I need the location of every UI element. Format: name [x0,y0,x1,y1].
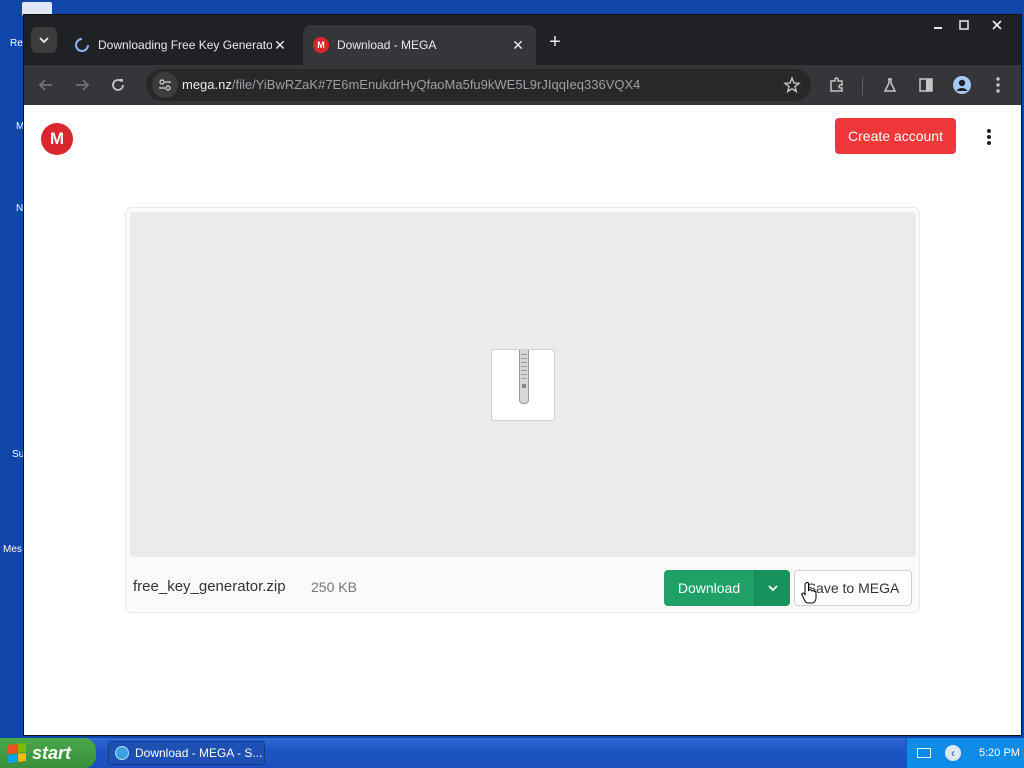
arrow-right-icon [76,79,90,91]
back-button[interactable] [32,71,60,99]
profile-button[interactable] [948,71,976,99]
close-icon [992,20,1002,30]
browser-icon [115,746,129,760]
new-tab-button[interactable]: + [544,31,566,53]
file-card: free_key_generator.zip 250 KB Download S… [125,207,920,613]
close-icon[interactable]: ✕ [272,37,288,53]
clock[interactable]: 5:20 PM [979,747,1020,759]
file-preview [130,212,916,557]
chevron-down-icon [767,585,778,592]
profile-avatar-icon [953,76,971,94]
windows-flag-icon [8,743,26,763]
bookmark-star-icon[interactable] [781,74,803,96]
url-text: mega.nz/file/YiBwRZaK#7E6mEnukdrHyQfaoMa… [182,77,640,92]
file-size: 250 KB [311,579,357,595]
tab-search-button[interactable] [31,27,57,53]
mega-logo[interactable]: M [41,123,73,155]
toolbar-divider [862,77,863,95]
tab-strip: Downloading Free Key Generator ( ✕ M Dow… [24,15,1021,65]
hand-cursor-icon [801,582,817,604]
extensions-button[interactable] [823,71,851,99]
tab-mega-download[interactable]: M Download - MEGA ✕ [303,25,536,65]
keyboard-icon[interactable] [917,748,931,758]
forward-button[interactable] [68,71,96,99]
file-name: free_key_generator.zip [133,578,286,595]
download-button-group: Download [664,570,790,606]
zip-file-icon [491,349,555,421]
desktop-label[interactable]: Re [10,38,23,49]
reload-button[interactable] [104,71,132,99]
arrow-left-icon [38,79,52,91]
close-window-button[interactable] [986,17,1008,33]
minimize-icon [934,27,942,29]
download-options-button[interactable] [754,570,790,606]
tab-title: Downloading Free Key Generator ( [98,38,272,52]
taskbar-item-label: Download - MEGA - S... [135,746,263,760]
loading-spinner-icon [74,37,90,53]
browser-toolbar: mega.nz/file/YiBwRZaK#7E6mEnukdrHyQfaoMa… [24,65,1021,105]
puzzle-icon [830,77,843,92]
download-button[interactable]: Download [664,570,754,606]
start-label: start [32,742,72,763]
tab-downloading[interactable]: Downloading Free Key Generator ( ✕ [64,25,298,65]
create-account-button[interactable]: Create account [835,118,956,154]
mega-favicon: M [313,37,329,53]
url-host: mega.nz [182,77,232,92]
browser-window: Downloading Free Key Generator ( ✕ M Dow… [23,14,1022,736]
flask-icon [883,78,897,92]
tab-title: Download - MEGA [337,38,437,52]
side-panel-icon [919,78,933,92]
site-info-button[interactable] [152,72,178,98]
start-button[interactable]: start [0,738,96,768]
taskbar-item-browser[interactable]: Download - MEGA - S... [108,741,265,765]
chevron-down-icon [39,37,49,44]
taskbar: start Download - MEGA - S... ‹ 5:20 PM [0,738,1024,768]
page-menu-icon[interactable] [979,127,999,147]
maximize-icon [959,20,969,30]
tune-icon [159,79,171,91]
url-path: /file/YiBwRZaK#7E6mEnukdrHyQfaoMa5fu9kWE… [231,77,641,92]
kebab-menu-icon [996,77,1000,93]
system-tray: ‹ 5:20 PM [906,738,1024,768]
browser-menu-button[interactable] [984,71,1012,99]
minimize-button[interactable] [927,17,949,33]
zipper [519,350,529,404]
side-panel-button[interactable] [912,71,940,99]
address-bar[interactable]: mega.nz/file/YiBwRZaK#7E6mEnukdrHyQfaoMa… [146,69,811,101]
desktop-label[interactable]: Mes [3,544,22,555]
page-content: M Create account free_key_generator.zip … [24,105,1021,735]
reload-icon [112,79,124,91]
maximize-button[interactable] [953,17,975,33]
tray-expand-icon[interactable]: ‹ [945,745,961,761]
close-icon[interactable]: ✕ [510,37,526,53]
labs-button[interactable] [876,71,904,99]
